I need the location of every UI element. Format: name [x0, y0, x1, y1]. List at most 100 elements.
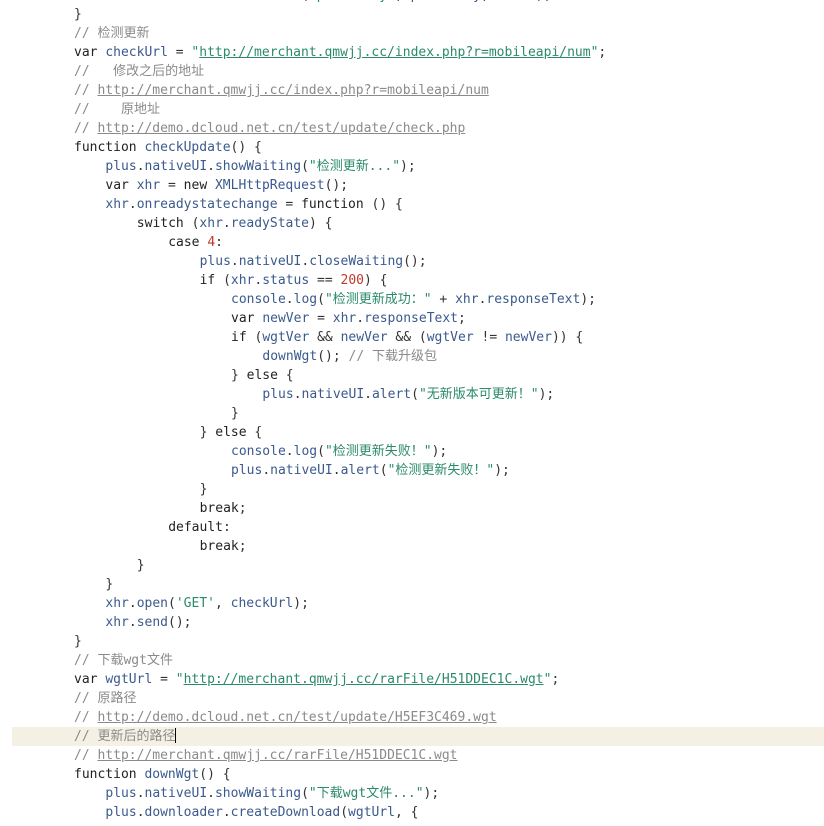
code-line[interactable]: // 修改之后的地址: [0, 62, 824, 81]
code-line-current[interactable]: // 更新后的路径: [12, 727, 824, 746]
code-token-kw: function: [74, 140, 145, 155]
code-line[interactable]: plus.downloader.createDownload(wgtUrl, {: [0, 803, 824, 822]
code-token-fn: send: [136, 615, 169, 630]
code-token-url[interactable]: http://merchant.qmwjj.cc/index.php?r=mob…: [97, 83, 488, 98]
code-token-op: .: [230, 254, 239, 269]
code-line[interactable]: xhr.send();: [0, 613, 824, 632]
code-token-op: .: [285, 292, 294, 307]
code-token-op: .: [293, 387, 302, 402]
code-token-fn: log: [293, 444, 318, 459]
code-token-url[interactable]: http://demo.dcloud.net.cn/test/update/ch…: [97, 121, 465, 136]
code-token-str: "检测更新失败！": [324, 444, 432, 459]
code-token-op: {: [277, 368, 294, 383]
code-line[interactable]: }: [0, 556, 824, 575]
code-token-op: .: [356, 311, 365, 326]
code-token-url-str[interactable]: http://merchant.qmwjj.cc/index.php?r=mob…: [199, 45, 590, 60]
code-line[interactable]: var newVer = xhr.responseText;: [0, 309, 824, 328]
code-line[interactable]: console.log("检测更新失败！");: [0, 442, 824, 461]
code-line[interactable]: plus.nativeUI.showWaiting("检测更新...");: [0, 157, 824, 176]
code-token-op: .: [136, 786, 145, 801]
code-token-ident: wgtVer: [262, 330, 310, 345]
code-token-kw: else: [246, 368, 278, 383]
code-line[interactable]: var xhr = new XMLHttpRequest();: [0, 176, 824, 195]
code-line[interactable]: // 原地址: [0, 100, 824, 119]
code-line[interactable]: // http://demo.dcloud.net.cn/test/update…: [0, 119, 824, 138]
code-token-ident: wgtUrl: [348, 805, 396, 820]
code-token-url-str[interactable]: http://merchant.qmwjj.cc/rarFile/H51DDEC…: [184, 672, 544, 687]
code-token-obj: xhr: [332, 311, 357, 326]
code-line[interactable]: switch (xhr.readyState) {: [0, 214, 824, 233]
code-token-fn: closeWaiting: [309, 254, 404, 269]
code-token-str: "检测更新失败！": [387, 463, 495, 478]
code-line[interactable]: plus.nativeUI.closeWaiting();: [0, 252, 824, 271]
code-line[interactable]: xhr.open('GET', checkUrl);: [0, 594, 824, 613]
code-token-op: );: [494, 463, 510, 478]
code-token-op: .: [136, 159, 145, 174]
code-line[interactable]: // http://demo.dcloud.net.cn/test/update…: [0, 708, 824, 727]
code-token-op: .: [207, 159, 215, 174]
code-line[interactable]: // http://merchant.qmwjj.cc/index.php?r=…: [0, 81, 824, 100]
code-line[interactable]: if (wgtVer && newVer && (wgtVer != newVe…: [0, 328, 824, 347]
code-token-obj: nativeUI: [144, 159, 208, 174]
code-token-obj: console: [231, 292, 286, 307]
code-line[interactable]: plus.nativeUI.alert("检测更新失败！");: [0, 461, 824, 480]
code-line[interactable]: // 下载wgt文件: [0, 651, 824, 670]
code-line[interactable]: // 原路径: [0, 689, 824, 708]
code-line[interactable]: }: [0, 5, 824, 24]
code-line[interactable]: break;: [0, 499, 824, 518]
code-token-op: .: [168, 0, 176, 3]
code-line[interactable]: console.log("检测更新成功：" + xhr.responseText…: [0, 290, 824, 309]
code-token-fn: XMLHttpRequest: [214, 178, 325, 193]
code-line[interactable]: function checkUpdate() {: [0, 138, 824, 157]
code-line[interactable]: // http://merchant.qmwjj.cc/rarFile/H51D…: [0, 746, 824, 765]
code-token-ident: xhr: [136, 178, 161, 193]
code-token-kw: var: [74, 672, 106, 687]
code-line[interactable]: plus.nativeUI.alert("无新版本可更新！");: [0, 385, 824, 404]
code-token-kw: default: [168, 520, 223, 535]
code-line[interactable]: xhr.onreadystatechange = function () {: [0, 195, 824, 214]
code-token-obj: xhr: [199, 216, 223, 231]
code-line[interactable]: }: [0, 632, 824, 651]
code-line[interactable]: // 检测更新: [0, 24, 824, 43]
code-token-op: .: [301, 254, 310, 269]
code-line[interactable]: } else {: [0, 423, 824, 442]
code-token-url[interactable]: http://merchant.qmwjj.cc/rarFile/H51DDEC…: [97, 748, 457, 763]
code-token-op: .: [364, 387, 372, 402]
code-token-str: "下载wgt文件...": [308, 786, 424, 801]
code-line[interactable]: case 4:: [0, 233, 824, 252]
code-line[interactable]: plus.nativeUI.showWaiting("下载wgt文件...");: [0, 784, 824, 803]
code-line[interactable]: }: [0, 575, 824, 594]
code-token-fn: alert: [340, 463, 380, 478]
code-editor[interactable]: document.addEventListener("plusready", p…: [0, 0, 824, 826]
code-token-op: () {: [230, 140, 262, 155]
code-token-str: "检测更新...": [308, 159, 401, 174]
code-token-kw: switch: [136, 216, 184, 231]
code-token-op: );: [580, 292, 596, 307]
code-line[interactable]: downWgt(); // 下载升级包: [0, 347, 824, 366]
code-line[interactable]: }: [0, 404, 824, 423]
code-token-op: );: [293, 596, 309, 611]
code-token-op: );: [431, 444, 448, 459]
code-line[interactable]: } else {: [0, 366, 824, 385]
code-token-op: .: [222, 216, 231, 231]
code-token-op: ();: [317, 349, 349, 364]
code-token-cmt: // 检测更新: [74, 26, 150, 41]
code-token-op: .: [128, 615, 137, 630]
code-line[interactable]: var checkUrl = "http://merchant.qmwjj.cc…: [0, 43, 824, 62]
code-token-str: "检测更新成功：": [324, 292, 432, 307]
code-token-kw: new: [183, 178, 215, 193]
code-token-ident: plusReady: [411, 0, 481, 3]
code-line[interactable]: }: [0, 480, 824, 499]
code-token-op: (: [317, 444, 325, 459]
code-line[interactable]: default:: [0, 518, 824, 537]
code-line[interactable]: var wgtUrl = "http://merchant.qmwjj.cc/r…: [0, 670, 824, 689]
code-token-op: (: [301, 0, 309, 3]
code-line[interactable]: break;: [0, 537, 824, 556]
code-token-cmt: //: [74, 83, 98, 98]
code-line[interactable]: if (xhr.status == 200) {: [0, 271, 824, 290]
code-token-kw: case: [168, 235, 208, 250]
code-token-op: }: [231, 368, 247, 383]
code-line[interactable]: function downWgt() {: [0, 765, 824, 784]
code-token-cmt: // 下载wgt文件: [74, 653, 173, 668]
code-token-url[interactable]: http://demo.dcloud.net.cn/test/update/H5…: [97, 710, 496, 725]
